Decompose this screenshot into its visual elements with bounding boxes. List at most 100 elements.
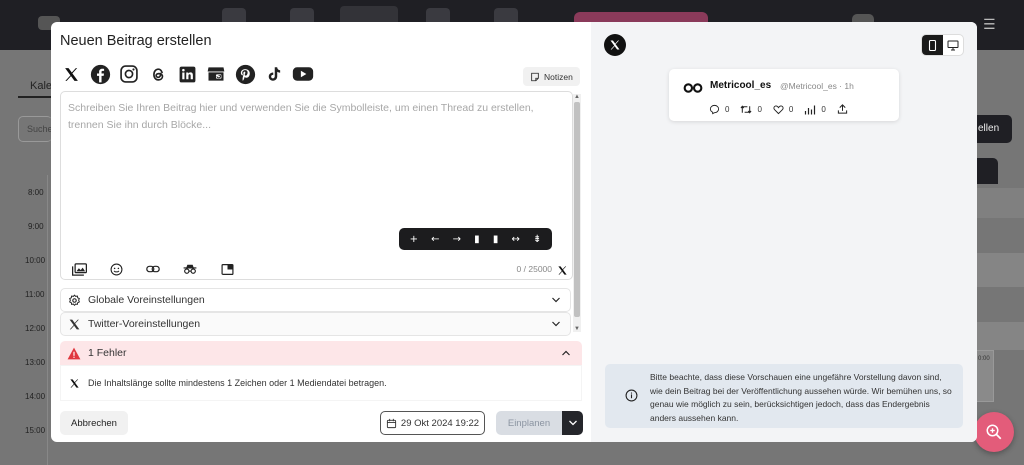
hour-label: 12:00: [25, 324, 46, 333]
background-search[interactable]: Suche: [18, 116, 53, 142]
media-icon[interactable]: [71, 261, 87, 277]
move-left-icon[interactable]: ←: [431, 234, 439, 245]
editor-pane: Neuen Beitrag erstellen Notizen Schreibe…: [51, 22, 591, 442]
desktop-icon: [947, 40, 959, 50]
cancel-button[interactable]: Abbrechen: [60, 411, 128, 435]
info-icon: [625, 389, 638, 402]
move-right-icon[interactable]: →: [453, 234, 461, 245]
avatar: [683, 83, 703, 93]
thread-toolbar: + ← → ▮ ▮ ↔ ⇟: [399, 228, 552, 250]
linkedin-icon[interactable]: [176, 63, 198, 85]
create-post-button-bg[interactable]: ellen: [976, 115, 1012, 143]
views-action[interactable]: 0: [804, 104, 826, 115]
scroll-down-icon[interactable]: ▼: [573, 326, 581, 332]
preview-disclaimer: Bitte beachte, dass diese Vorschauen ein…: [605, 364, 963, 428]
chevron-down-icon: [552, 297, 560, 303]
hour-label: 11:00: [25, 290, 45, 299]
device-toggle: [921, 34, 964, 56]
scroll-up-icon[interactable]: ▲: [573, 94, 581, 100]
reply-count: 0: [725, 104, 730, 114]
reply-action[interactable]: 0: [709, 104, 729, 115]
error-message: Die Inhaltslänge sollte mindestens 1 Zei…: [88, 378, 387, 388]
accordion-label: Twitter-Voreinstellungen: [88, 318, 201, 330]
x-icon[interactable]: [60, 63, 82, 85]
instagram-icon[interactable]: [118, 63, 140, 85]
hour-label: 13:00: [25, 358, 46, 367]
incognito-icon[interactable]: [182, 261, 198, 277]
preview-network-button[interactable]: [604, 34, 626, 56]
tweet-author-handle: @Metricool_es · 1h: [780, 81, 854, 91]
google-business-icon[interactable]: [205, 63, 227, 85]
notes-button[interactable]: Notizen: [523, 67, 580, 86]
gear-icon: [69, 294, 80, 306]
calendar-event[interactable]: 0:00: [976, 350, 994, 402]
zoom-fab-button[interactable]: [974, 412, 1014, 452]
schedule-options-button[interactable]: [562, 411, 583, 435]
heart-icon: [773, 105, 784, 114]
tweet-actions: 0 0 0 0: [709, 103, 859, 115]
disclaimer-text: Bitte beachte, dass diese Vorschauen ein…: [650, 372, 952, 423]
hamburger-menu-icon[interactable]: ☰: [983, 17, 996, 33]
global-settings-accordion[interactable]: Globale Voreinstellungen: [60, 288, 571, 312]
preview-pane: Metricool_es @Metricool_es · 1h 0 0 0 0: [591, 22, 977, 442]
schedule-date-button[interactable]: 29 Okt 2024 19:22: [380, 411, 485, 435]
hour-label: 9:00: [28, 222, 44, 231]
warning-icon: [67, 347, 81, 359]
views-count: 0: [821, 104, 826, 114]
mobile-preview-button[interactable]: [922, 35, 943, 55]
hour-label: 15:00: [25, 426, 46, 435]
error-panel-header[interactable]: 1 Fehler: [60, 341, 582, 365]
split-block-icon[interactable]: ⇟: [533, 234, 541, 245]
twitter-settings-accordion[interactable]: Twitter-Voreinstellungen: [60, 312, 571, 336]
tiktok-icon[interactable]: [263, 63, 285, 85]
youtube-icon[interactable]: [292, 63, 314, 85]
calendar-divider: [47, 175, 48, 465]
add-block-icon[interactable]: +: [410, 234, 418, 245]
search-placeholder: Suche: [27, 124, 53, 134]
reply-icon: [709, 104, 720, 114]
hour-label: 10:00: [25, 256, 46, 265]
chevron-down-icon: [568, 420, 577, 426]
calendar-slot: [976, 322, 1024, 350]
expand-horizontal-icon[interactable]: ↔: [511, 234, 519, 245]
x-icon: [70, 378, 79, 388]
tweet-author-name: Metricool_es: [710, 80, 772, 91]
error-item: Die Inhaltslänge sollte mindestens 1 Zei…: [60, 365, 582, 401]
chevron-down-icon: [552, 321, 560, 327]
note-icon: [531, 72, 539, 81]
x-icon: [557, 263, 568, 281]
split-right-icon[interactable]: ▮: [493, 234, 499, 245]
background-panel: [976, 158, 998, 184]
tab-calendar[interactable]: Kale: [30, 80, 52, 92]
share-action[interactable]: [837, 103, 848, 115]
chevron-up-icon: [562, 350, 570, 356]
scrollbar[interactable]: ▲ ▼: [573, 94, 581, 332]
x-icon: [69, 319, 80, 329]
retweet-count: 0: [757, 104, 762, 114]
zoom-in-icon: [986, 424, 1002, 440]
desktop-preview-button[interactable]: [943, 35, 964, 55]
retweet-action[interactable]: 0: [740, 104, 762, 115]
like-count: 0: [788, 104, 794, 114]
retweet-icon: [740, 104, 752, 114]
like-action[interactable]: 0: [773, 104, 793, 115]
scrollbar-thumb[interactable]: [574, 102, 580, 317]
link-icon[interactable]: [145, 261, 161, 277]
facebook-icon[interactable]: [89, 63, 111, 85]
error-count: 1 Fehler: [88, 347, 127, 359]
folder-icon[interactable]: [219, 261, 235, 277]
schedule-button[interactable]: Einplanen: [496, 411, 562, 435]
pinterest-icon[interactable]: [234, 63, 256, 85]
schedule-date: 29 Okt 2024 19:22: [400, 417, 480, 429]
analytics-icon: [805, 105, 816, 114]
x-icon: [610, 40, 620, 50]
threads-icon[interactable]: [147, 63, 169, 85]
post-editor[interactable]: Schreiben Sie Ihren Beitrag hier und ver…: [60, 91, 573, 280]
hour-label: 8:00: [28, 188, 44, 197]
mobile-icon: [928, 39, 936, 51]
emoji-icon[interactable]: [108, 261, 124, 277]
tab-underline: [18, 96, 52, 98]
dialog-title: Neuen Beitrag erstellen: [60, 33, 212, 49]
split-left-icon[interactable]: ▮: [474, 234, 480, 245]
editor-placeholder: Schreiben Sie Ihren Beitrag hier und ver…: [68, 102, 534, 131]
